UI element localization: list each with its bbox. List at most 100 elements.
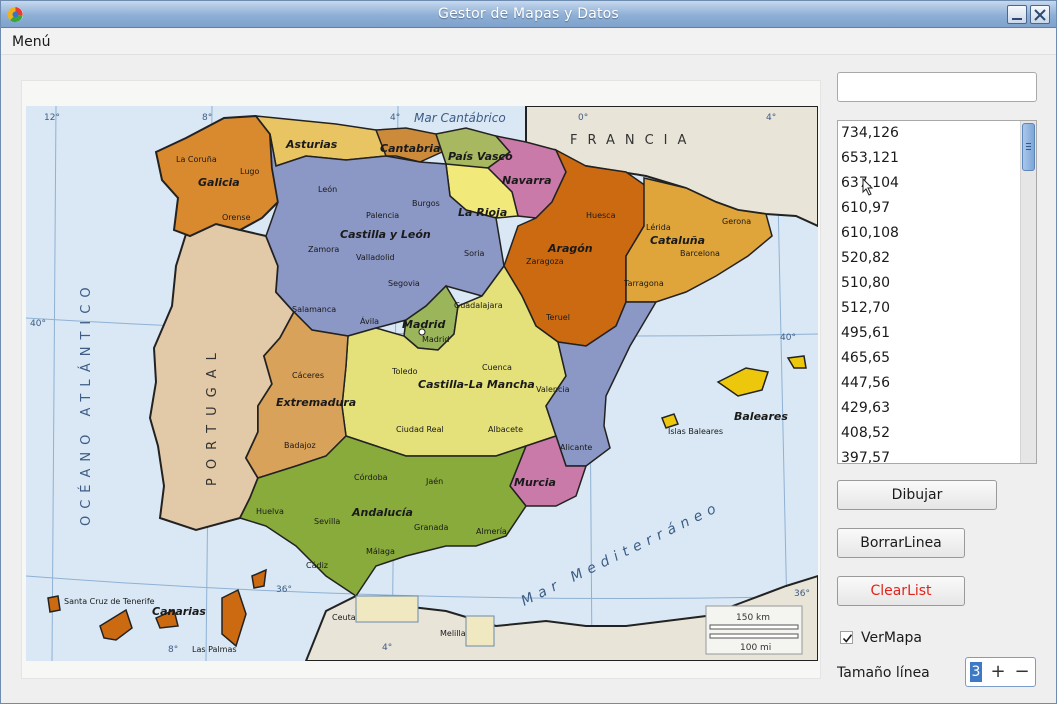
madrid-capital-marker [418,328,426,336]
region-label: Cataluña [650,234,705,247]
region-label: Castilla y León [340,228,431,241]
menu-item-menu[interactable]: Menú [12,34,50,50]
region-label: Castilla-La Mancha [418,378,535,391]
list-item[interactable]: 408,52 [841,421,890,446]
province-label: Badajoz [284,441,316,450]
ver-mapa-label[interactable]: VerMapa [861,630,922,646]
province-label: Orense [222,213,251,222]
list-item[interactable]: 653,121 [841,146,899,171]
minimize-button[interactable] [1007,5,1027,24]
graticule-label: 0° [578,113,588,123]
list-item[interactable]: 465,65 [841,346,890,371]
increment-button[interactable]: + [988,661,1008,683]
list-item[interactable]: 512,70 [841,296,890,321]
province-label: La Coruña [176,155,217,164]
list-item[interactable]: 429,63 [841,396,890,421]
province-label: Palencia [366,211,399,220]
graticule-label: 8° [202,113,212,123]
dibujar-button[interactable]: Dibujar [837,480,997,510]
province-label: Burgos [412,199,440,208]
province-label: Las Palmas [192,645,237,654]
mouse-pointer-icon [862,178,874,196]
ceuta-box [355,595,419,623]
title-bar[interactable]: Gestor de Mapas y Datos [1,1,1056,28]
province-label: Guadalajara [454,301,503,310]
province-label: Teruel [545,313,570,322]
province-label: Córdoba [354,472,388,482]
province-label: Málaga [366,547,395,556]
province-label: Segovia [388,279,420,288]
graticule-label: 36° [276,585,292,595]
close-button[interactable] [1030,5,1050,24]
region-label: Valencia [536,385,570,394]
line-size-spinbox[interactable]: 3 + − [965,657,1036,687]
graticule-label: 8° [168,645,178,655]
province-label: Zaragoza [526,257,564,266]
clear-list-button[interactable]: ClearList [837,576,965,606]
country-label-portugal: PORTUGAL [205,344,220,486]
graticule-label: 4° [390,113,400,123]
data-list[interactable]: 734,126 653,121 637,104 610,97 610,108 5… [837,120,1037,464]
minimize-icon [1012,18,1022,20]
province-label: Salamanca [292,305,336,314]
scrollbar-thumb[interactable] [1022,123,1035,171]
sea-label-atlantico: OCÉANO ATLÁNTICO [78,280,94,526]
app-window: Gestor de Mapas y Datos Menú Mar Cantábr… [0,0,1057,704]
province-label: Ciudad Real [396,425,444,434]
region-label: Extremadura [276,396,356,409]
search-input[interactable] [837,72,1037,102]
province-label: Islas Baleares [668,427,723,436]
window-title: Gestor de Mapas y Datos [438,6,619,22]
list-item[interactable]: 510,80 [841,271,890,296]
list-item[interactable]: 495,61 [841,321,890,346]
province-label: Gerona [722,217,751,226]
province-label: Lugo [240,167,259,176]
region-label: Navarra [502,174,552,187]
region-label: Galicia [198,176,240,189]
graticule-label: 12° [44,113,60,123]
checkmark-icon [842,634,853,643]
province-label: Cáceres [292,371,324,380]
graticule-label: 40° [30,319,46,329]
region-label: Canarias [152,605,206,618]
menu-bar: Menú [1,29,1056,55]
province-label: Madrid [422,335,449,344]
scale-km-label: 150 km [736,613,770,623]
province-label: Barcelona [680,249,720,258]
province-label: Tarragona [623,279,664,288]
province-label: Ávila [360,315,379,326]
list-item[interactable]: 610,97 [841,196,890,221]
spain-map[interactable]: Mar Cantábrico OCÉANO ATLÁNTICO Mar Medi… [26,106,818,661]
province-label: Albacete [488,425,523,434]
borrar-linea-button[interactable]: BorrarLinea [837,528,965,558]
graticule-label: 4° [382,643,392,653]
province-label: Melilla [440,629,466,638]
list-item[interactable]: 447,56 [841,371,890,396]
list-item[interactable]: 397,57 [841,446,890,463]
region-label: Murcia [514,476,556,489]
province-label: Zamora [308,245,339,254]
map-canvas[interactable]: Mar Cantábrico OCÉANO ATLÁNTICO Mar Medi… [21,80,821,679]
province-label: Cuenca [482,363,512,372]
close-icon [1034,9,1046,21]
province-label: Granada [414,523,448,532]
graticule-label: 4° [766,113,776,123]
province-label: Huelva [256,507,284,516]
province-label: Valladolid [356,253,395,262]
region-label: Andalucía [351,506,413,519]
province-label: Jaén [425,476,443,486]
list-scrollbar[interactable] [1020,121,1036,463]
province-label: Sevilla [314,517,340,526]
decrement-button[interactable]: − [1012,661,1032,683]
ver-mapa-checkbox[interactable] [840,631,853,644]
province-label: Santa Cruz de Tenerife [64,597,155,606]
list-item[interactable]: 520,82 [841,246,890,271]
province-label: Alicante [560,443,592,452]
province-label: Almería [476,527,507,536]
list-item[interactable]: 734,126 [841,121,899,146]
province-label: León [318,184,337,194]
graticule-label: 40° [780,333,796,343]
line-size-value[interactable]: 3 [970,662,982,682]
list-item[interactable]: 610,108 [841,221,899,246]
scale-mi-label: 100 mi [740,643,771,653]
